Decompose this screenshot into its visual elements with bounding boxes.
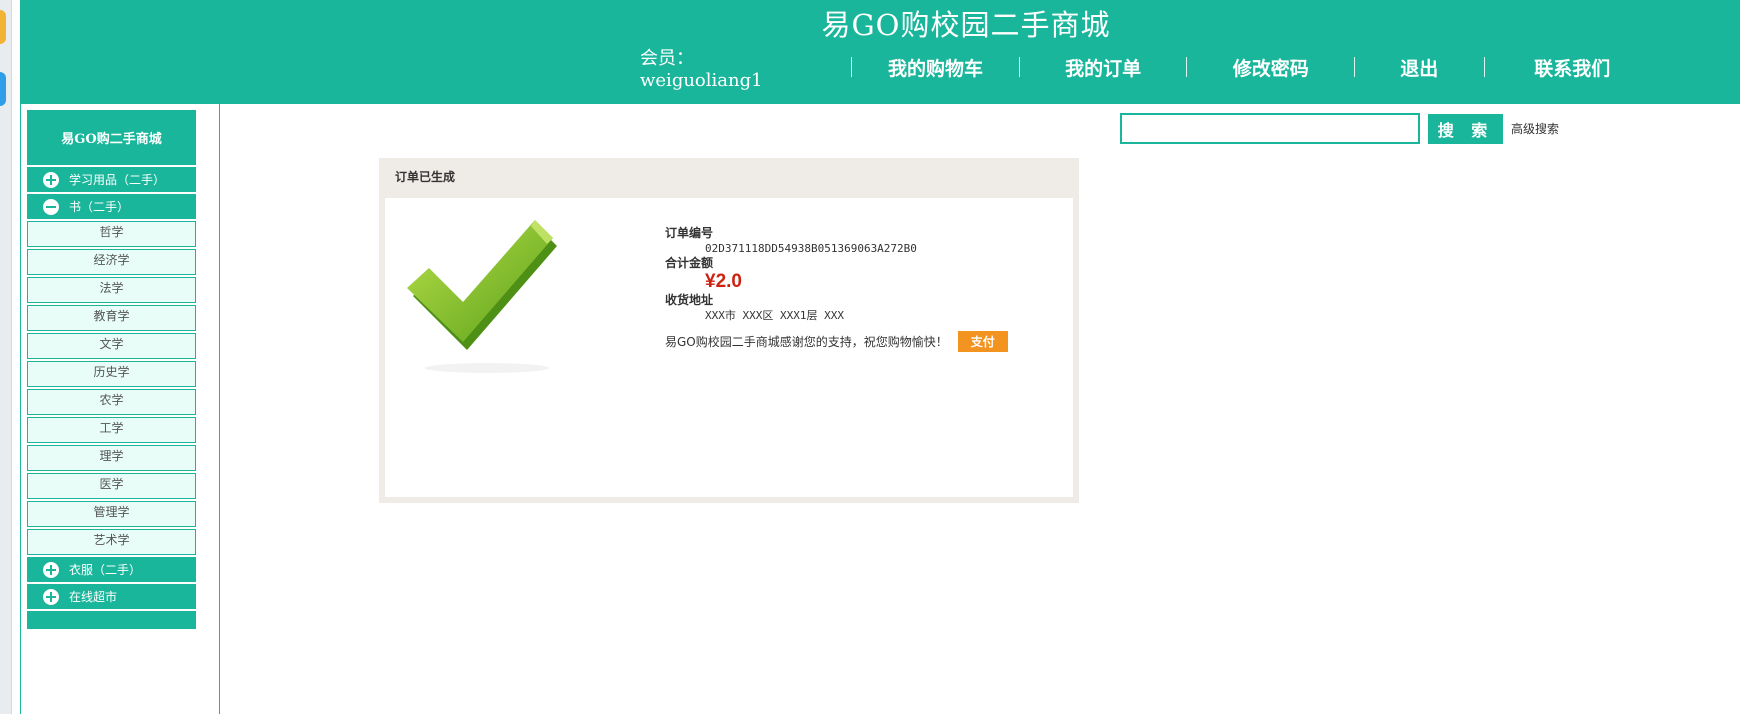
subcategory-item[interactable]: 管理学 [27, 501, 196, 527]
nav-contact-link[interactable]: 联系我们 [1485, 54, 1661, 81]
category-label: 在线超市 [69, 590, 118, 604]
category-label: 衣服（二手） [69, 563, 142, 577]
subcategory-item[interactable]: 历史学 [27, 361, 196, 387]
sidebar-heading: 易GO购二手商城 [27, 110, 196, 165]
minus-circle-icon[interactable] [43, 198, 59, 215]
order-panel: 订单已生成 订单编号 02D371118DD54938B051369063A27… [379, 158, 1079, 503]
nav-logout-link[interactable]: 退出 [1355, 54, 1483, 81]
order-number: 02D371118DD54938B051369063A272B0 [705, 242, 917, 255]
search-input[interactable] [1120, 113, 1420, 144]
subcategory-item[interactable]: 文学 [27, 333, 196, 359]
category-online-supermarket[interactable]: 在线超市 [27, 584, 196, 609]
nav-change-password-link[interactable]: 修改密码 [1187, 54, 1354, 81]
sidebar-footer [27, 611, 196, 629]
pay-button[interactable]: 支付 [957, 331, 1008, 352]
advanced-search-link[interactable]: 高级搜索 [1511, 120, 1559, 137]
plus-circle-icon[interactable] [43, 171, 59, 188]
thanks-message: 易GO购校园二手商城感谢您的支持，祝您购物愉快！ [665, 335, 948, 349]
total-amount: ¥2.0 [705, 271, 742, 292]
page: 易GO购校园二手商城 会员：weiguoliang1 我的购物车 我的订单 修改… [0, 0, 1740, 714]
subcategory-item[interactable]: 教育学 [27, 305, 196, 331]
subcategory-item[interactable]: 工学 [27, 417, 196, 443]
subcategory-item[interactable]: 经济学 [27, 249, 196, 275]
total-label: 合计金额 [665, 256, 714, 270]
subcategory-item[interactable]: 理学 [27, 445, 196, 471]
nav-divider [1354, 57, 1356, 77]
nav-divider [1483, 57, 1485, 77]
order-info: 订单编号 02D371118DD54938B051369063A272B0 合计… [665, 226, 1065, 352]
category-study-supplies[interactable]: 学习用品（二手） [27, 167, 196, 192]
nav-divider [1018, 57, 1020, 77]
nav-orders-link[interactable]: 我的订单 [1020, 54, 1187, 81]
top-nav: 会员：weiguoliang1 我的购物车 我的订单 修改密码 退出 联系我们 [620, 48, 1661, 91]
plus-circle-icon[interactable] [43, 588, 59, 605]
nav-cart-link[interactable]: 我的购物车 [852, 54, 1019, 81]
category-books[interactable]: 书（二手） [27, 194, 196, 219]
nav-divider [1186, 57, 1188, 77]
thanks-row: 易GO购校园二手商城感谢您的支持，祝您购物愉快！ 支付 [665, 331, 1065, 352]
app-shortcut-icon[interactable] [0, 10, 6, 44]
category-label: 学习用品（二手） [69, 173, 166, 187]
address-label: 收货地址 [665, 293, 714, 307]
subcategory-item[interactable]: 艺术学 [27, 529, 196, 555]
subcategory-item[interactable]: 哲学 [27, 221, 196, 247]
category-sidebar: 易GO购二手商城 学习用品（二手） 书（二手） 哲学 经济学 法学 教育学 文学… [27, 110, 196, 629]
category-clothes[interactable]: 衣服（二手） [27, 557, 196, 582]
subcategory-item[interactable]: 法学 [27, 277, 196, 303]
browser-side-strip [0, 0, 12, 714]
site-title: 易GO购校园二手商城 [821, 8, 1111, 42]
sidebar-column: 易GO购二手商城 学习用品（二手） 书（二手） 哲学 经济学 法学 教育学 文学… [20, 104, 220, 714]
plus-circle-icon[interactable] [43, 561, 59, 578]
category-label: 书（二手） [69, 200, 130, 214]
search-button[interactable]: 搜 索 [1428, 114, 1503, 144]
subcategory-item[interactable]: 医学 [27, 473, 196, 499]
subcategory-item[interactable]: 农学 [27, 389, 196, 415]
member-name: 会员：weiguoliang1 [640, 47, 763, 91]
nav-divider [851, 57, 853, 77]
shipping-address: XXX市 XXX区 XXX1层 XXX [705, 309, 844, 322]
checkmark-icon [407, 220, 557, 373]
app-shortcut-icon[interactable] [0, 72, 6, 106]
site-header: 易GO购校园二手商城 会员：weiguoliang1 我的购物车 我的订单 修改… [20, 0, 1740, 104]
order-number-label: 订单编号 [665, 226, 714, 240]
panel-title: 订单已生成 [395, 170, 456, 184]
order-details: 订单编号 02D371118DD54938B051369063A272B0 合计… [385, 198, 1073, 497]
